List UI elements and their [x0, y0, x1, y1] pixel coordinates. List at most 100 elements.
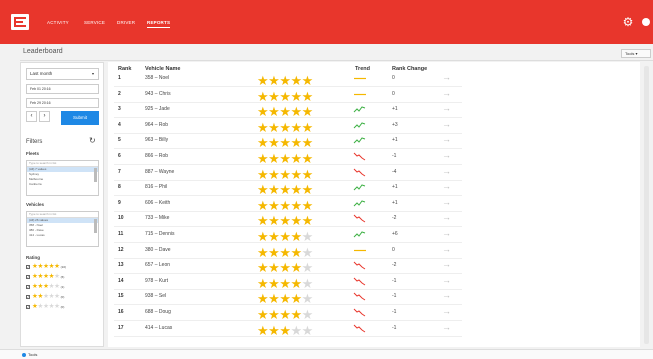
footer-label[interactable]: Tools	[28, 352, 37, 357]
arrow-right-icon[interactable]: →	[442, 72, 451, 82]
nav-reports[interactable]: REPORTS	[147, 20, 171, 28]
trend-down-icon	[353, 308, 367, 317]
table-row[interactable]: 10 733 – Mike ★★★★★ -2 →	[114, 212, 462, 228]
arrow-right-icon[interactable]: →	[442, 181, 451, 191]
table-row[interactable]: 12 380 – Dave ★★★★★ 0 →	[114, 244, 462, 259]
table-row[interactable]: 2 943 – Chris ★★★★★ 0 →	[114, 88, 462, 103]
vehicle-name-cell: 978 – Kurt	[145, 277, 169, 284]
star-rating-icon: ★★★★★	[32, 303, 60, 310]
table-row[interactable]: 7 887 – Wayne ★★★★★ -4 →	[114, 166, 462, 181]
arrow-right-icon[interactable]: →	[442, 150, 451, 160]
scrollbar[interactable]	[94, 219, 97, 233]
rating-filter-row[interactable]: ✓ ★★★★★ (1)	[26, 283, 64, 291]
table-row[interactable]: 1 358 – Noel ★★★★★ 0 →	[114, 72, 462, 87]
arrow-right-icon[interactable]: →	[442, 197, 451, 207]
table-row[interactable]: 5 963 – Billy ★★★★★ +1 →	[114, 134, 462, 150]
list-item[interactable]: 414 - Lucas	[27, 233, 98, 238]
rating-filter-row[interactable]: ✓ ★★★★★ (6)	[26, 273, 64, 281]
vehicle-name-cell: 606 – Keith	[145, 199, 171, 206]
fleets-label: Fleets	[26, 151, 40, 156]
tools-dot-icon	[22, 353, 26, 357]
rank-cell: 12	[118, 246, 124, 253]
arrow-right-icon[interactable]: →	[442, 306, 451, 316]
table-row[interactable]: 4 964 – Rob ★★★★★ +3 →	[114, 119, 462, 134]
trend-flat-icon	[353, 74, 367, 83]
trend-up-icon	[353, 230, 367, 239]
rank-cell: 11	[118, 231, 124, 237]
star-rating-icon: ★★★★★	[257, 73, 313, 88]
nav-activity[interactable]: ACTIVITY	[47, 20, 69, 25]
table-row[interactable]: 16 688 – Doug ★★★★★ -1 →	[114, 306, 462, 321]
arrow-right-icon[interactable]: →	[442, 290, 451, 300]
trend-down-icon	[353, 261, 367, 270]
checkbox[interactable]: ✓	[26, 275, 30, 279]
arrow-right-icon[interactable]: →	[442, 212, 451, 222]
table-row[interactable]: 17 414 – Lucas ★★★★★ -1 →	[114, 322, 462, 337]
rank-change-cell: -1	[392, 293, 397, 300]
arrow-right-icon[interactable]: →	[442, 244, 451, 254]
table-row[interactable]: 8 816 – Phil ★★★★★ +1 →	[114, 181, 462, 197]
table-row[interactable]: 11 715 – Dennis ★★★★★ +6 →	[114, 228, 462, 243]
arrow-right-icon[interactable]: →	[442, 166, 451, 176]
fleets-list[interactable]: Type to search in list (All) 7 values Sy…	[26, 160, 99, 196]
rank-change-cell: -4	[392, 168, 397, 175]
arrow-right-icon[interactable]: →	[442, 322, 451, 332]
date-from-input[interactable]: Feb 01 20:16	[26, 84, 99, 94]
list-item[interactable]: Canberra	[27, 182, 98, 187]
rating-filter-row[interactable]: ✓ ★★★★★ (10)	[26, 263, 66, 271]
trend-down-icon	[353, 277, 367, 286]
rank-change-cell: +6	[392, 231, 398, 237]
nav-service[interactable]: SERVICE	[84, 20, 105, 25]
star-rating-icon: ★★★★★	[257, 229, 313, 244]
date-to-input[interactable]: Feb 29 20:16	[26, 98, 99, 108]
arrow-right-icon[interactable]: →	[442, 88, 451, 98]
table-row[interactable]: 3 925 – Jade ★★★★★ +1 →	[114, 103, 462, 120]
star-rating-icon: ★★★★★	[257, 104, 313, 120]
arrow-right-icon[interactable]: →	[442, 259, 451, 269]
checkbox[interactable]: ✓	[26, 265, 30, 269]
gear-icon[interactable]: ⚙	[621, 15, 635, 29]
vehicle-name-cell: 925 – Jade	[145, 106, 170, 113]
arrow-right-icon[interactable]: →	[442, 119, 451, 129]
checkbox[interactable]: ✓	[26, 285, 30, 289]
chevron-down-icon: ▾	[91, 71, 94, 76]
scrollbar[interactable]	[94, 168, 97, 182]
rating-filter-row[interactable]: ✓ ★★★★★ (0)	[26, 303, 64, 311]
scrollbar[interactable]	[644, 66, 649, 344]
table-row[interactable]: 15 938 – Sel ★★★★★ -1 →	[114, 290, 462, 306]
nav-driver[interactable]: DRIVER	[117, 20, 135, 25]
period-select[interactable]: Last month ▾	[26, 68, 99, 80]
rank-cell: 5	[118, 137, 121, 144]
submit-button[interactable]: Submit	[61, 111, 99, 125]
next-period-button[interactable]: ›	[39, 111, 50, 122]
rank-change-cell: +1	[392, 199, 398, 206]
vehicle-name-cell: 380 – Dave	[145, 246, 171, 253]
arrow-right-icon[interactable]: →	[442, 228, 451, 238]
user-avatar-icon[interactable]	[642, 18, 650, 26]
table-row[interactable]: 9 606 – Keith ★★★★★ +1 →	[114, 197, 462, 212]
checkbox[interactable]: ✓	[26, 295, 30, 299]
rank-cell: 16	[118, 309, 124, 315]
footer-bar: Tools	[0, 349, 653, 359]
rating-filter-row[interactable]: ✓ ★★★★★ (0)	[26, 293, 64, 301]
table-row[interactable]: 13 657 – Leon ★★★★★ -2 →	[114, 259, 462, 275]
table-row[interactable]: 6 866 – Rob ★★★★★ -1 →	[114, 150, 462, 165]
prev-period-button[interactable]: ‹	[26, 111, 37, 122]
trend-up-icon	[353, 121, 367, 130]
vehicles-label: Vehicles	[26, 202, 45, 207]
reset-icon[interactable]: ↻	[89, 136, 96, 145]
table-row[interactable]: 14 978 – Kurt ★★★★★ -1 →	[114, 275, 462, 290]
arrow-right-icon[interactable]: →	[442, 134, 451, 144]
arrow-right-icon[interactable]: →	[442, 103, 451, 113]
vehicle-name-cell: 887 – Wayne	[145, 168, 175, 175]
vehicle-name-cell: 816 – Phil	[145, 184, 168, 191]
vehicle-name-cell: 358 – Noel	[145, 75, 170, 81]
vehicle-name-cell: 657 – Leon	[145, 262, 171, 269]
checkbox[interactable]: ✓	[26, 305, 30, 309]
vehicle-name-cell: 963 – Billy	[145, 137, 169, 144]
rank-change-cell: +1	[392, 137, 398, 144]
app-logo[interactable]	[11, 14, 29, 30]
vehicles-list[interactable]: Type to search in list (All) 26 values 3…	[26, 211, 99, 247]
arrow-right-icon[interactable]: →	[442, 275, 451, 285]
tools-button[interactable]: Tools ▾	[621, 49, 651, 58]
